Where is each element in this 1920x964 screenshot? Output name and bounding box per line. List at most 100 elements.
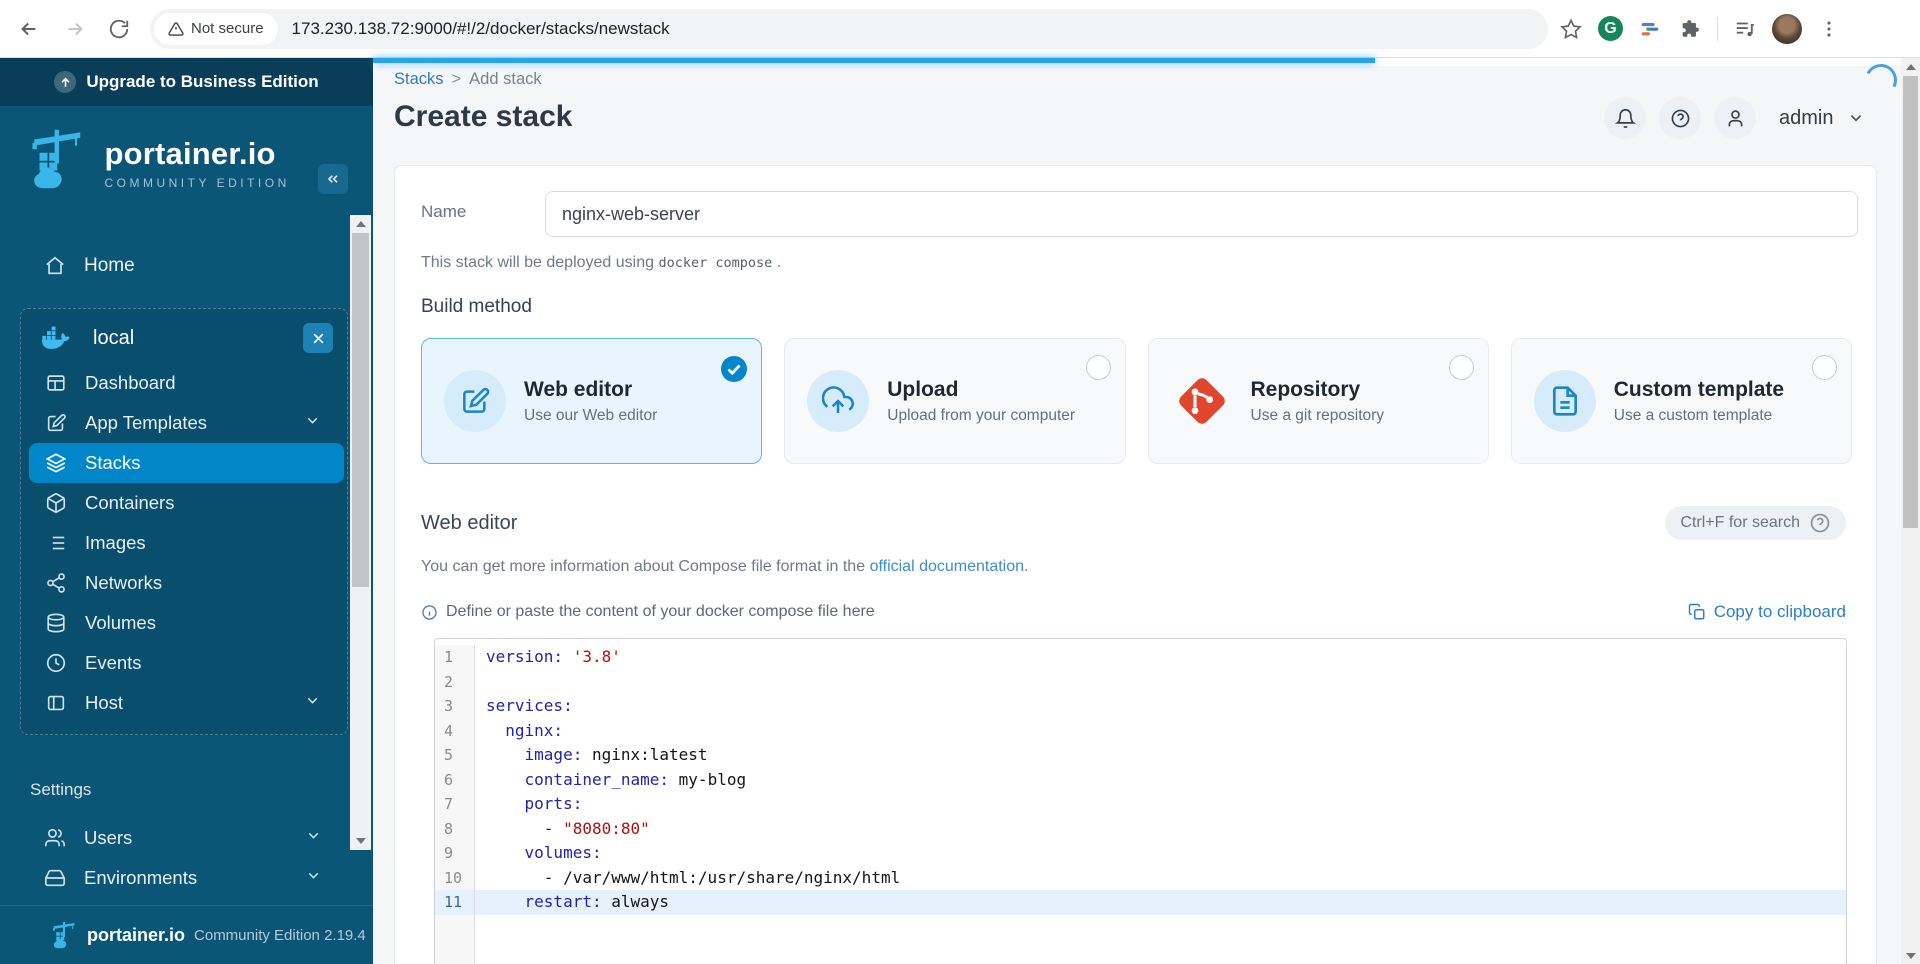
doc-note-text: You can get more information about Compo… (421, 558, 866, 575)
upgrade-banner[interactable]: Upgrade to Business Edition (0, 58, 373, 106)
chevron-down-icon (1851, 115, 1862, 122)
breadcrumb: Stacks > Add stack (394, 70, 542, 89)
compose-code-editor[interactable]: 1 version: '3.8' 2 3 services: 4 nginx: 5 imag… (434, 638, 1847, 964)
help-button[interactable] (1659, 97, 1701, 139)
sidebar-item-images[interactable]: Images (21, 523, 347, 563)
copy-to-clipboard-button[interactable]: Copy to clipboard (1688, 602, 1846, 622)
sidebar-item-label: Dashboard (85, 372, 176, 393)
build-method-title: Custom template (1613, 377, 1785, 401)
profile-avatar[interactable] (1772, 13, 1802, 44)
environments-icon (44, 867, 66, 889)
code-line-4[interactable]: 4 nginx: (435, 718, 1846, 743)
user-menu-button[interactable] (1714, 97, 1756, 139)
window-scrollbar[interactable] (1901, 58, 1920, 964)
name-field-label: Name (421, 202, 467, 221)
build-method-subtitle: Use a custom template (1613, 406, 1773, 424)
code-line-5[interactable]: 5 image: nginx:latest (435, 743, 1846, 768)
code-line-1[interactable]: 1 version: '3.8' (435, 645, 1846, 670)
notifications-button[interactable] (1604, 97, 1646, 139)
code-line-11[interactable]: 11 restart: always (435, 890, 1846, 915)
header-actions: admin (1604, 97, 1865, 139)
grammarly-extension-icon[interactable]: G (1598, 16, 1623, 41)
sidebar-item-home[interactable]: Home (0, 246, 373, 286)
sidebar-collapse-button[interactable] (318, 164, 348, 194)
sidebar-item-host[interactable]: Host (21, 683, 347, 723)
build-method-upload[interactable]: Upload Upload from your computer (784, 338, 1126, 464)
user-dropdown[interactable]: admin (1779, 107, 1865, 130)
stack-name-input[interactable] (545, 191, 1858, 237)
menu-kebab-icon[interactable] (1816, 16, 1842, 42)
events-icon (45, 652, 67, 674)
sidebar-scrollbar[interactable] (350, 215, 371, 850)
browser-toolbar: Not secure 173.230.138.72:9000/#!/2/dock… (0, 0, 1920, 58)
main-content: Stacks > Add stack Create stack admin Name… (373, 58, 1920, 964)
stacks-icon (45, 452, 67, 474)
scroll-down-arrow-icon[interactable] (350, 832, 371, 850)
sidebar-item-events[interactable]: Events (21, 643, 347, 683)
search-hint-chip: Ctrl+F for search (1665, 506, 1846, 540)
settings-menu: Users Environments (20, 818, 348, 898)
address-bar[interactable]: Not secure 173.230.138.72:9000/#!/2/dock… (150, 8, 1548, 49)
doc-note-period: . (1024, 558, 1029, 575)
line-number: 10 (435, 865, 475, 890)
code-line-8[interactable]: 8 - "8080:80" (435, 816, 1846, 841)
forward-button[interactable] (58, 12, 92, 46)
radio-unselected[interactable] (1085, 355, 1111, 380)
loading-bar (373, 58, 1375, 63)
sidebar-item-label: Images (85, 532, 146, 553)
code-line-3[interactable]: 3 services: (435, 694, 1846, 719)
sidebar-item-stacks[interactable]: Stacks (29, 443, 344, 483)
sidebar-item-app-templates[interactable]: App Templates (21, 403, 347, 443)
breadcrumb-stacks-link[interactable]: Stacks (394, 70, 444, 88)
sidebar-item-label: Networks (85, 572, 163, 593)
code-text: - "8080:80" (486, 818, 650, 838)
scroll-up-arrow-icon[interactable] (350, 215, 371, 233)
colored-bars-extension-icon[interactable] (1637, 16, 1663, 42)
code-text: - /var/www/html:/usr/share/nginx/html (486, 867, 901, 887)
code-line-10[interactable]: 10 - /var/www/html:/usr/share/nginx/html (435, 865, 1846, 890)
sidebar-item-networks[interactable]: Networks (21, 563, 347, 603)
scroll-down-arrow-icon[interactable] (1901, 947, 1920, 964)
browser-actions: G (1558, 13, 1842, 44)
reload-button[interactable] (102, 12, 136, 46)
scroll-up-arrow-icon[interactable] (1901, 58, 1920, 75)
back-button[interactable] (12, 12, 46, 46)
sidebar-item-label: Events (85, 652, 142, 673)
environment-close-button[interactable] (303, 323, 333, 353)
sidebar: Upgrade to Business Edition portainer.io (0, 58, 373, 964)
not-secure-chip[interactable]: Not secure (154, 12, 278, 45)
line-number: 7 (435, 792, 475, 817)
deploy-note-period: . (776, 254, 782, 271)
warning-icon (168, 21, 184, 36)
radio-unselected[interactable] (1448, 355, 1474, 380)
code-line-9[interactable]: 9 volumes: (435, 841, 1846, 866)
media-queue-icon[interactable] (1732, 16, 1758, 42)
build-method-custom-template[interactable]: Custom template Use a custom template (1510, 338, 1852, 464)
code-line-2[interactable]: 2 (435, 669, 1846, 694)
sidebar-item-dashboard[interactable]: Dashboard (21, 363, 347, 403)
line-number: 1 (435, 645, 475, 670)
radio-unselected[interactable] (1812, 355, 1837, 380)
sidebar-item-environments[interactable]: Environments (20, 858, 348, 898)
bookmark-star-icon[interactable] (1558, 16, 1584, 42)
code-line-7[interactable]: 7 ports: (435, 792, 1846, 817)
volumes-icon (45, 612, 67, 634)
web-editor-icon (444, 370, 506, 432)
sidebar-scrollbar-thumb[interactable] (352, 233, 369, 587)
sidebar-item-users[interactable]: Users (20, 818, 348, 858)
breadcrumb-separator: > (451, 70, 462, 88)
code-empty[interactable] (475, 915, 1846, 964)
window-scrollbar-thumb[interactable] (1903, 76, 1918, 528)
sidebar-item-containers[interactable]: Containers (21, 483, 347, 523)
build-method-web-editor[interactable]: Web editor Use our Web editor (421, 338, 763, 464)
code-text: restart: always (475, 890, 1846, 915)
build-method-repository[interactable]: Repository Use a git repository (1147, 338, 1489, 464)
editor-empty-area[interactable] (435, 914, 1846, 964)
extensions-puzzle-icon[interactable] (1677, 16, 1703, 42)
build-method-title: Web editor (524, 377, 633, 401)
selected-check-icon (720, 355, 748, 383)
sidebar-item-volumes[interactable]: Volumes (21, 603, 347, 643)
environment-header[interactable]: local (21, 313, 347, 363)
official-documentation-link[interactable]: official documentation (870, 558, 1024, 575)
code-line-6[interactable]: 6 container_name: my-blog (435, 767, 1846, 792)
